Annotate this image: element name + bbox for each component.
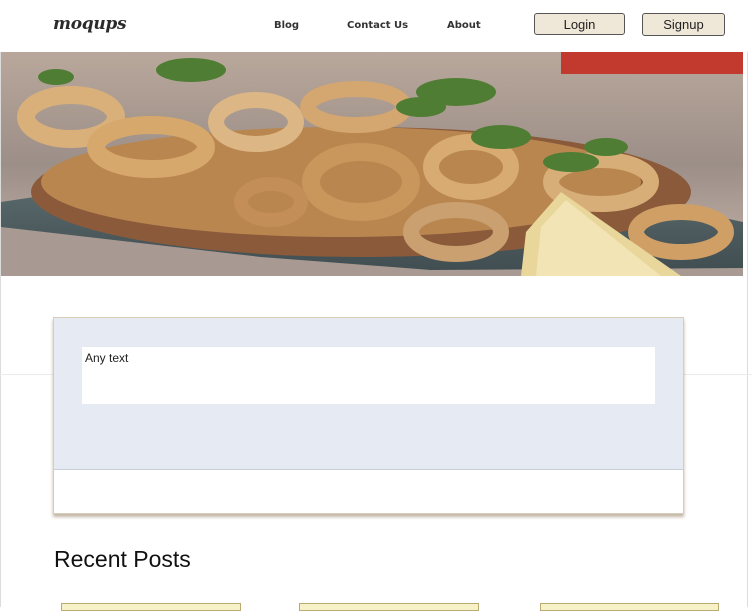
post-card[interactable] [299, 603, 479, 611]
nav-link-contact-us[interactable]: Contact Us [347, 20, 408, 31]
text-input[interactable]: Any text [82, 347, 655, 404]
post-card[interactable] [540, 603, 719, 611]
calamari-photo [1, 52, 743, 276]
recent-posts-heading: Recent Posts [54, 546, 191, 572]
post-card[interactable] [61, 603, 241, 611]
page-border-right [747, 0, 748, 607]
site-header: moqups Blog Contact Us About Login Signu… [0, 0, 752, 52]
hero-image [1, 52, 743, 276]
logo[interactable]: moqups [53, 14, 127, 34]
nav-link-about[interactable]: About [447, 20, 481, 31]
nav-link-blog[interactable]: Blog [274, 20, 299, 31]
card-panel: Any text [54, 318, 683, 470]
content-card: Any text [53, 317, 684, 514]
signup-button[interactable]: Signup [642, 13, 725, 36]
login-button[interactable]: Login [534, 13, 625, 35]
